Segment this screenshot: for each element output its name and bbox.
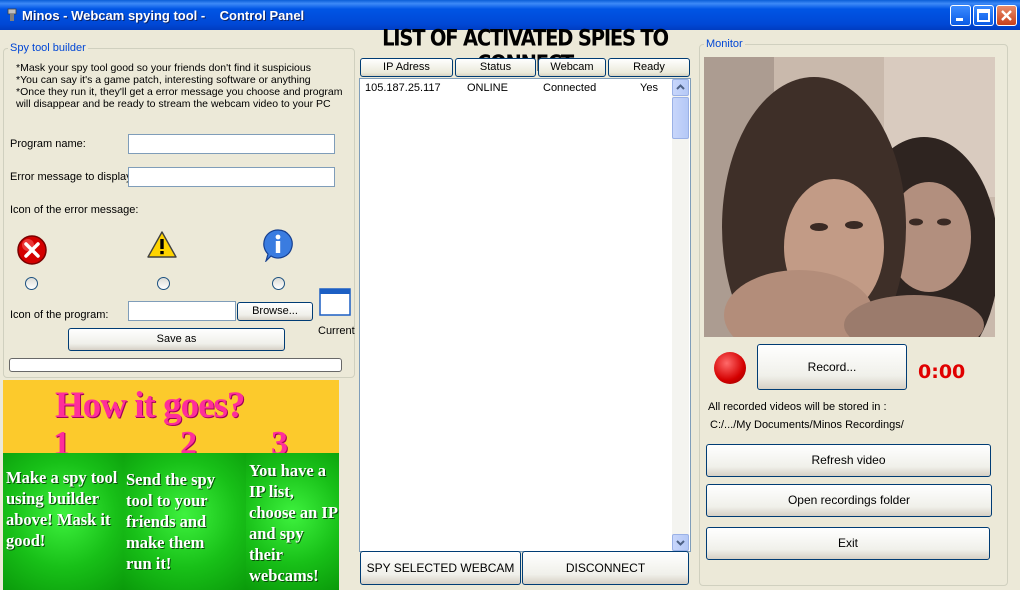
- scroll-up-button[interactable]: [672, 79, 689, 96]
- program-name-input[interactable]: [128, 134, 335, 154]
- column-header-status[interactable]: Status: [455, 58, 536, 77]
- chevron-up-icon: [676, 84, 685, 90]
- column-header-ready[interactable]: Ready: [608, 58, 690, 77]
- cell-status: ONLINE: [467, 82, 508, 94]
- monitor-legend: Monitor: [706, 38, 743, 50]
- step-panel: Make a spy tool using builder above! Mas…: [3, 453, 123, 590]
- program-name-label: Program name:: [10, 138, 86, 150]
- refresh-video-button[interactable]: Refresh video: [706, 444, 991, 477]
- builder-legend: Spy tool builder: [10, 42, 86, 54]
- exit-button[interactable]: Exit: [706, 527, 990, 560]
- info-icon-radio[interactable]: [272, 277, 285, 290]
- hint-line: *Once they run it, they'll get a error m…: [16, 86, 343, 110]
- webcam-video: [704, 57, 995, 337]
- record-timer: 0:00: [918, 361, 966, 383]
- build-progress-bar: [9, 358, 342, 372]
- recordings-path: C:/.../My Documents/Minos Recordings/: [710, 419, 904, 431]
- warning-icon-radio[interactable]: [157, 277, 170, 290]
- maximize-button[interactable]: [973, 5, 994, 26]
- info-icon: [263, 229, 293, 262]
- hint-line: *Mask your spy tool good so your friends…: [16, 62, 311, 74]
- scroll-thumb[interactable]: [672, 97, 689, 139]
- builder-hints: *Mask your spy tool good so your friends…: [16, 62, 351, 110]
- how-it-goes-banner: How it goes? 1 2 3 Make a spy tool using…: [3, 380, 339, 590]
- maximize-icon: [977, 9, 990, 22]
- warning-icon: [147, 231, 177, 258]
- hint-line: *You can say it's a game patch, interest…: [16, 74, 311, 86]
- chevron-down-icon: [676, 540, 685, 546]
- close-icon: [1001, 10, 1012, 21]
- minimize-icon: [956, 18, 963, 21]
- column-header-ip[interactable]: IP Adress: [360, 58, 453, 77]
- cell-ip: 105.187.25.117: [365, 82, 441, 94]
- program-icon-path-input[interactable]: [128, 301, 236, 321]
- scroll-down-button[interactable]: [672, 534, 689, 551]
- step-text: Make a spy tool using builder above! Mas…: [6, 468, 118, 550]
- browse-button[interactable]: Browse...: [237, 302, 313, 321]
- step-text: Send the spy tool to your friends and ma…: [126, 470, 215, 573]
- column-header-webcam[interactable]: Webcam: [538, 58, 606, 77]
- error-message-label: Error message to display:: [10, 171, 135, 183]
- app-icon: [7, 8, 17, 21]
- error-icon: [17, 235, 47, 265]
- record-button[interactable]: Record...: [757, 344, 907, 390]
- webcam-frame-image: [704, 57, 995, 337]
- current-icon-label: Current: [318, 325, 355, 337]
- window-title: Minos - Webcam spying tool - Control Pan…: [22, 8, 305, 23]
- error-message-input[interactable]: [128, 167, 335, 187]
- error-icon-label: Icon of the error message:: [10, 204, 139, 216]
- step-panel: Send the spy tool to your friends and ma…: [123, 453, 246, 590]
- minimize-button[interactable]: [950, 5, 971, 26]
- close-button[interactable]: [996, 5, 1017, 26]
- how-it-goes-title: How it goes?: [55, 385, 245, 426]
- record-indicator-icon: [714, 352, 746, 384]
- step-panel: You have a IP list, choose an IP and spy…: [246, 453, 339, 590]
- current-program-icon: [319, 288, 351, 316]
- recordings-location-label: All recorded videos will be stored in :: [708, 401, 887, 413]
- error-icon-radio[interactable]: [25, 277, 38, 290]
- cell-ready: Yes: [640, 82, 658, 94]
- open-recordings-folder-button[interactable]: Open recordings folder: [706, 484, 992, 517]
- disconnect-button[interactable]: DISCONNECT: [522, 551, 689, 585]
- spies-list[interactable]: 105.187.25.117 ONLINE Connected Yes: [359, 78, 691, 552]
- cell-webcam: Connected: [543, 82, 597, 94]
- program-icon-label: Icon of the program:: [10, 309, 109, 321]
- spy-selected-webcam-button[interactable]: SPY SELECTED WEBCAM: [360, 551, 521, 585]
- save-as-button[interactable]: Save as: [68, 328, 285, 351]
- step-text: You have a IP list, choose an IP and spy…: [249, 461, 338, 585]
- spies-list-scrollbar[interactable]: [672, 79, 689, 551]
